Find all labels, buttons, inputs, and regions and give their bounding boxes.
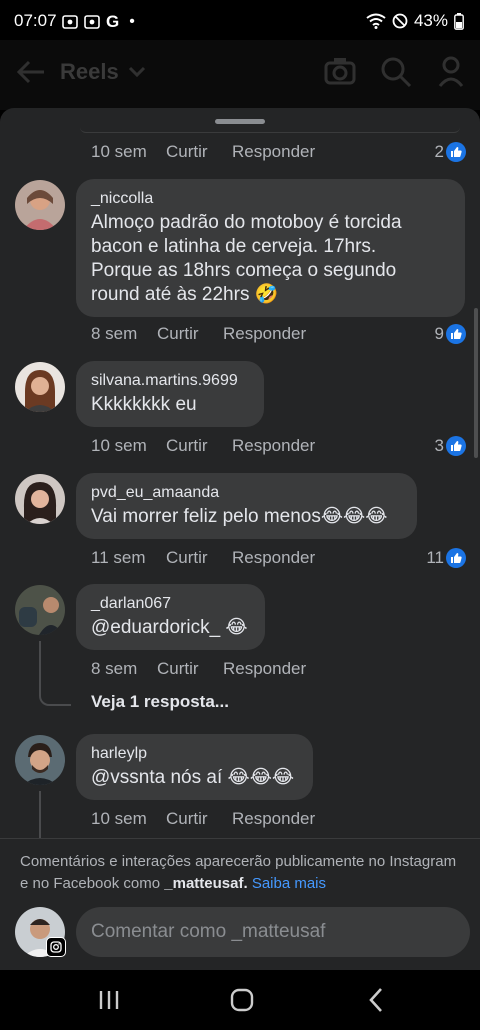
reply-button[interactable]: Responder	[232, 548, 315, 568]
thumbs-up-icon	[446, 142, 466, 162]
comment-text-line: Porque as 18hrs começa o segundo	[91, 260, 397, 281]
learn-more-link[interactable]: Saiba mais	[252, 875, 326, 892]
drag-handle[interactable]	[215, 119, 265, 124]
search-icon[interactable]	[380, 56, 412, 88]
comment-bubble[interactable]: pvd_eu_amaanda Vai morrer feliz pelo men…	[76, 473, 417, 539]
like-button[interactable]: Curtir	[166, 142, 208, 162]
app-header: Reels	[0, 40, 480, 110]
comment-text: Vai morrer feliz pelo menos😂😂😂	[91, 506, 388, 527]
thumbs-up-icon	[446, 436, 466, 456]
battery-percent: 43%	[413, 11, 448, 30]
screenshot-icon	[84, 15, 100, 29]
like-button[interactable]: Curtir	[166, 548, 208, 568]
notification-dot: •	[129, 13, 135, 30]
comment-text: @vssnta nós aí 😂😂😂	[91, 767, 295, 788]
comment-meta-row: 10 sem Curtir Responder	[0, 807, 480, 831]
status-notification-icons: G •	[62, 12, 135, 32]
like-count: 11	[426, 548, 444, 567]
thumbs-up-icon	[446, 324, 466, 344]
instagram-icon	[46, 937, 66, 957]
camera-icon[interactable]	[324, 56, 356, 86]
comment-time: 11 sem	[91, 548, 146, 567]
comment-time: 8 sem	[91, 324, 138, 343]
avatar[interactable]	[15, 180, 65, 230]
comment-meta-row: 8 sem Curtir Responder	[0, 657, 480, 681]
do-not-disturb-icon	[392, 13, 408, 29]
comment-bubble[interactable]: harleylp @vssnta nós aí 😂😂😂	[76, 734, 313, 800]
comment-text-line: round até às 22hrs 🤣	[91, 284, 279, 305]
reply-button[interactable]: Responder	[232, 436, 315, 456]
comment-time: 10 sem	[91, 142, 147, 161]
comment-time: 10 sem	[91, 436, 147, 455]
like-count: 3	[434, 436, 444, 455]
privacy-notice: Comentários e interações aparecerão publ…	[20, 851, 460, 895]
page-title: Reels	[60, 59, 119, 84]
comment-text: Kkkkkkkk eu	[91, 394, 197, 415]
status-time: 07:07	[14, 11, 57, 30]
comment-author[interactable]: _darlan067	[91, 594, 251, 614]
comment-text-line: bacon e latinha de cerveja. 17hrs.	[91, 236, 377, 257]
like-button[interactable]: Curtir	[166, 436, 208, 456]
chevron-down-icon[interactable]	[128, 66, 146, 78]
comment-text-line: Almoço padrão do motoboy é torcida	[91, 212, 402, 233]
like-button[interactable]: Curtir	[157, 324, 199, 344]
home-icon[interactable]	[230, 988, 254, 1012]
reply-thread-line	[39, 791, 41, 841]
comment-meta-row: 10 sem Curtir Responder 3	[0, 434, 480, 458]
comment-meta-row: 11 sem Curtir Responder 11	[0, 546, 480, 570]
comment-author[interactable]: pvd_eu_amaanda	[91, 483, 403, 503]
view-replies-link[interactable]: Veja 1 resposta...	[91, 692, 229, 712]
like-count: 9	[434, 324, 444, 343]
battery-icon	[454, 12, 464, 30]
status-bar: 07:07 G • 43%	[0, 0, 480, 40]
comment-time: 8 sem	[91, 659, 138, 678]
comment-text: Almoço padrão do motoboy é torcida bacon…	[91, 211, 451, 307]
comment-text: @eduardorick_ 😂	[91, 617, 248, 638]
comment-time: 10 sem	[91, 809, 147, 828]
back-arrow-icon[interactable]	[16, 60, 46, 84]
reply-button[interactable]: Responder	[223, 659, 306, 679]
like-button[interactable]: Curtir	[166, 809, 208, 829]
notice-username: _matteusaf.	[164, 875, 248, 892]
system-nav-bar	[0, 970, 480, 1030]
avatar[interactable]	[15, 735, 65, 785]
wifi-icon	[366, 13, 386, 29]
like-button[interactable]: Curtir	[157, 659, 199, 679]
comment-composer: Comentários e interações aparecerão publ…	[0, 838, 480, 970]
comment-bubble[interactable]: silvana.martins.9699 Kkkkkkkk eu	[76, 361, 264, 427]
reply-thread-line	[39, 641, 71, 706]
avatar[interactable]	[15, 474, 65, 524]
comment-author[interactable]: harleylp	[91, 744, 299, 764]
avatar[interactable]	[15, 585, 65, 635]
comment-author[interactable]: _niccolla	[91, 189, 451, 209]
reply-button[interactable]: Responder	[232, 809, 315, 829]
reply-button[interactable]: Responder	[232, 142, 315, 162]
screenshot-icon	[62, 15, 78, 29]
google-icon: G	[106, 12, 120, 31]
comment-author[interactable]: silvana.martins.9699	[91, 371, 250, 391]
previous-comment-edge	[80, 127, 460, 133]
comment-bubble[interactable]: _niccolla Almoço padrão do motoboy é tor…	[76, 179, 465, 317]
recent-apps-icon[interactable]	[98, 990, 120, 1010]
thumbs-up-icon	[446, 548, 466, 568]
like-count: 2	[434, 142, 444, 161]
comment-input[interactable]	[76, 907, 470, 957]
profile-icon[interactable]	[438, 56, 464, 88]
avatar[interactable]	[15, 362, 65, 412]
comment-bubble[interactable]: _darlan067 @eduardorick_ 😂	[76, 584, 265, 650]
comment-meta-row: 10 sem Curtir Responder 2	[0, 140, 480, 164]
back-icon[interactable]	[368, 987, 384, 1013]
comment-meta-row: 8 sem Curtir Responder 9	[0, 322, 480, 346]
reply-button[interactable]: Responder	[223, 324, 306, 344]
